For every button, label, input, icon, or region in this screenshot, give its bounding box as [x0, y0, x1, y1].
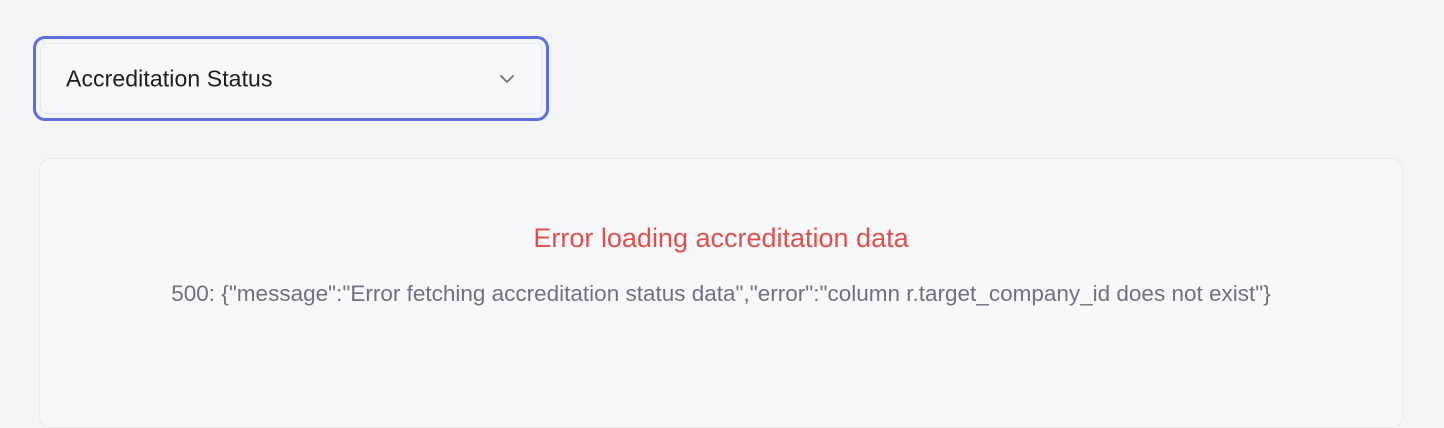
- chevron-down-icon[interactable]: [497, 69, 517, 89]
- error-title: Error loading accreditation data: [533, 223, 909, 253]
- select-control[interactable]: Accreditation Status: [40, 43, 542, 114]
- content-panel: Error loading accreditation data 500: {"…: [39, 158, 1403, 428]
- select-value: Accreditation Status: [66, 65, 273, 91]
- error-detail: 500: {"message":"Error fetching accredit…: [171, 281, 1271, 306]
- accreditation-select[interactable]: Accreditation Status: [33, 36, 549, 121]
